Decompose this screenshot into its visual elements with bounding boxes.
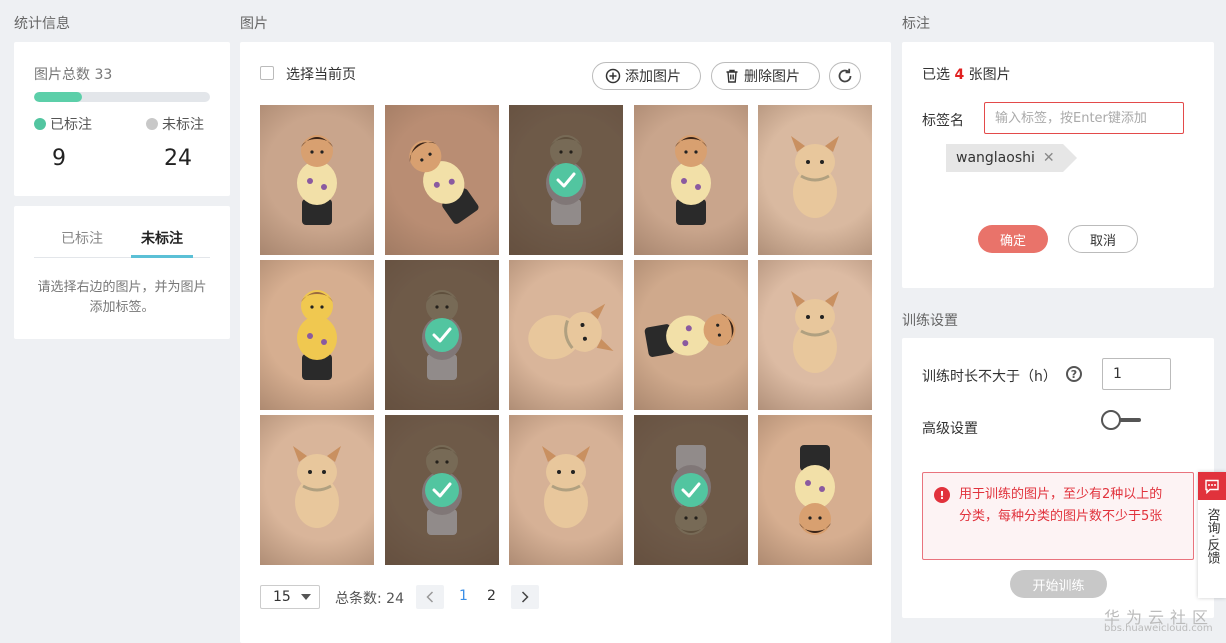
stats-section-title: 统计信息 xyxy=(14,16,70,32)
check-icon xyxy=(424,318,459,352)
check-icon xyxy=(424,473,459,507)
consult-feedback-text: 咨询·反馈 xyxy=(1204,508,1220,565)
select-page-checkbox[interactable] xyxy=(260,66,274,80)
labeled-legend: 已标注 xyxy=(34,114,92,134)
delete-image-label: 删除图片 xyxy=(744,69,800,85)
toggle-knob xyxy=(1101,410,1121,430)
label-tag-text: wanglaoshi xyxy=(956,150,1035,166)
confirm-button[interactable]: 确定 xyxy=(978,225,1048,253)
page-size-select[interactable]: 15 xyxy=(260,585,320,609)
page-2[interactable]: 2 xyxy=(487,588,496,604)
watermark-url: bbs.huaweicloud.com xyxy=(1104,623,1213,634)
total-count: 总条数: 24 xyxy=(335,591,404,607)
labeled-legend-label: 已标注 xyxy=(50,117,92,133)
image-thumbnail[interactable] xyxy=(758,260,872,410)
trash-icon xyxy=(726,69,738,83)
advanced-settings-label: 高级设置 xyxy=(922,421,978,437)
add-image-label: 添加图片 xyxy=(625,69,681,85)
image-thumbnail[interactable] xyxy=(260,415,374,565)
chevron-left-icon xyxy=(426,591,434,603)
training-card: 训练时长不大于（h） ? 高级设置 ! 用于训练的图片，至少有2种以上的分类，每… xyxy=(902,338,1214,618)
duration-input[interactable] xyxy=(1102,358,1171,390)
label-tabs: 已标注 未标注 xyxy=(34,226,210,258)
unlabeled-count: 24 xyxy=(164,146,192,171)
unlabeled-legend: 未标注 xyxy=(146,114,204,134)
page-1[interactable]: 1 xyxy=(459,588,468,604)
page-size-value: 15 xyxy=(273,589,291,605)
training-alert: ! 用于训练的图片，至少有2种以上的分类，每种分类的图片数不少于5张 xyxy=(922,472,1194,560)
image-thumbnail[interactable] xyxy=(633,415,748,565)
help-icon[interactable]: ? xyxy=(1066,366,1082,382)
prev-page-button[interactable] xyxy=(416,585,444,609)
remove-tag-icon[interactable]: ✕ xyxy=(1043,150,1055,166)
image-thumbnail[interactable] xyxy=(509,415,623,565)
image-thumbnail[interactable] xyxy=(384,260,499,410)
check-icon xyxy=(673,473,708,507)
refresh-button[interactable] xyxy=(829,62,861,90)
labeled-count: 9 xyxy=(52,146,66,171)
plus-circle-icon xyxy=(605,68,621,84)
caret-down-icon xyxy=(301,594,311,600)
next-page-button[interactable] xyxy=(511,585,539,609)
total-images: 图片总数 33 xyxy=(34,67,113,83)
chevron-right-icon xyxy=(521,591,529,603)
stats-card: 图片总数 33 已标注 未标注 9 24 xyxy=(14,42,230,196)
image-thumbnail[interactable] xyxy=(509,260,623,410)
label-tag: wanglaoshi ✕ xyxy=(946,144,1077,172)
training-alert-text: 用于训练的图片，至少有2种以上的分类，每种分类的图片数不少于5张 xyxy=(959,487,1163,524)
cancel-button[interactable]: 取消 xyxy=(1068,225,1138,253)
selected-count: 4 xyxy=(954,67,965,83)
advanced-settings-toggle[interactable] xyxy=(1101,410,1141,430)
selected-count-text: 已选 4 张图片 xyxy=(922,64,1011,84)
label-name-input[interactable] xyxy=(984,102,1184,134)
select-hint: 请选择右边的图片，并为图片添加标签。 xyxy=(37,280,207,315)
label-section-title: 标注 xyxy=(902,16,930,32)
consult-feedback-widget[interactable]: 咨询·反馈 xyxy=(1198,472,1226,598)
image-thumbnail[interactable] xyxy=(633,260,748,410)
unlabeled-legend-label: 未标注 xyxy=(162,117,204,133)
image-thumbnail[interactable] xyxy=(758,415,872,565)
image-thumbnail[interactable] xyxy=(260,260,374,410)
unlabeled-dot-icon xyxy=(146,118,158,130)
images-section-title: 图片 xyxy=(240,16,268,32)
tab-labeled[interactable]: 已标注 xyxy=(61,226,103,257)
tab-unlabeled[interactable]: 未标注 xyxy=(131,226,193,258)
label-name-label: 标签名 xyxy=(922,113,964,129)
chat-icon xyxy=(1198,472,1226,500)
image-thumbnail[interactable] xyxy=(758,105,872,255)
tabs-card: 已标注 未标注 请选择右边的图片，并为图片添加标签。 xyxy=(14,206,230,339)
start-training-button[interactable]: 开始训练 xyxy=(1010,570,1107,598)
label-progress-bar xyxy=(34,92,210,102)
labeled-dot-icon xyxy=(34,118,46,130)
image-thumbnail[interactable] xyxy=(384,105,499,255)
image-thumbnail[interactable] xyxy=(260,105,374,255)
image-thumbnail[interactable] xyxy=(384,415,499,565)
selected-suffix: 张图片 xyxy=(964,67,1011,83)
check-icon xyxy=(549,163,583,197)
image-grid xyxy=(260,105,872,565)
duration-label: 训练时长不大于（h） xyxy=(922,369,1057,385)
images-card: 选择当前页 添加图片 删除图片 15 总条数: 24 1 2 xyxy=(240,42,891,643)
refresh-icon xyxy=(838,68,852,83)
select-page-label[interactable]: 选择当前页 xyxy=(286,64,356,84)
label-progress-fill xyxy=(34,92,82,102)
delete-image-button[interactable]: 删除图片 xyxy=(711,62,820,90)
image-thumbnail[interactable] xyxy=(509,105,623,255)
error-icon: ! xyxy=(934,487,950,503)
image-thumbnail[interactable] xyxy=(633,105,748,255)
training-section-title: 训练设置 xyxy=(902,313,958,329)
selected-prefix: 已选 xyxy=(922,67,955,83)
label-card: 已选 4 张图片 标签名 wanglaoshi ✕ 确定 取消 xyxy=(902,42,1214,288)
add-image-button[interactable]: 添加图片 xyxy=(592,62,701,90)
